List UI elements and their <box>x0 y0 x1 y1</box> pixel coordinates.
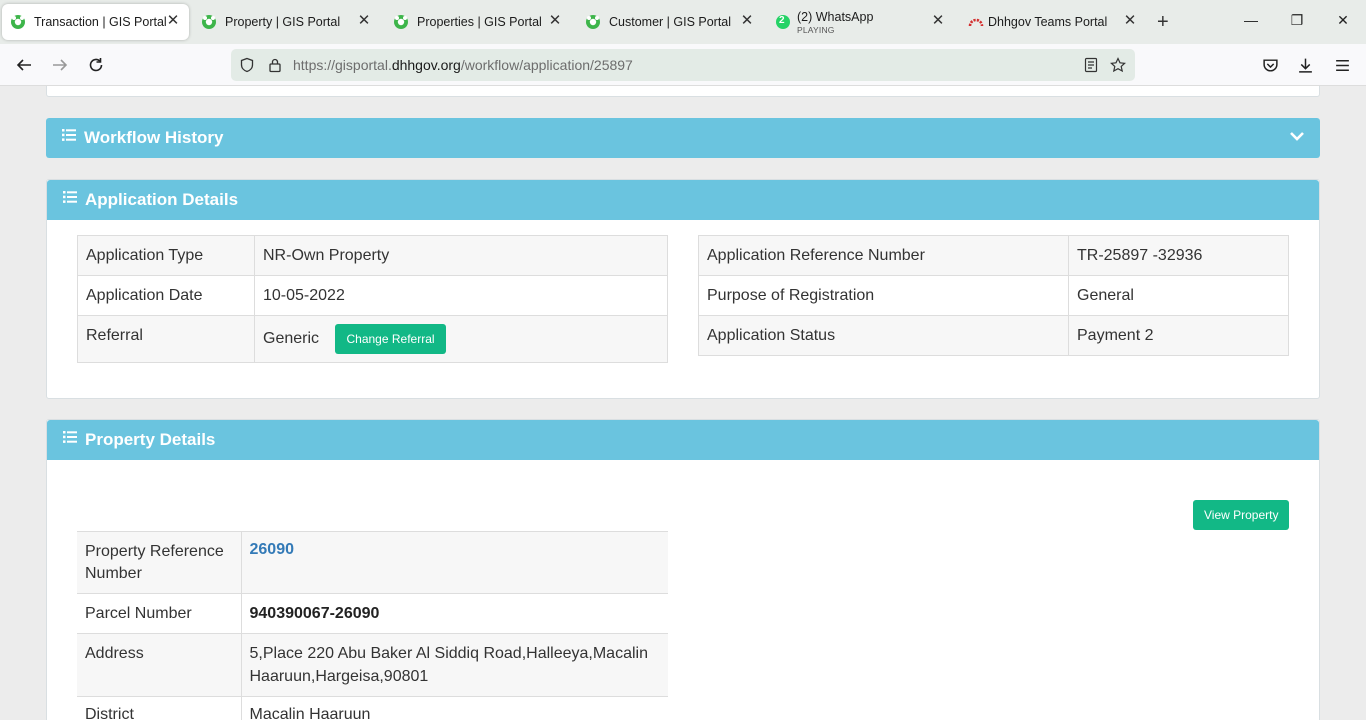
reader-view-icon[interactable] <box>1083 57 1099 73</box>
teams-portal-icon <box>968 18 984 27</box>
change-referral-button[interactable]: Change Referral <box>335 324 446 354</box>
table-row: Application Reference Number TR-25897 -3… <box>698 235 1289 276</box>
new-tab-icon[interactable]: + <box>1157 12 1169 32</box>
list-icon <box>62 129 76 141</box>
view-property-button[interactable]: View Property <box>1193 500 1290 530</box>
district-value: Macalin Haaruun <box>240 696 668 720</box>
close-icon[interactable]: ✕ <box>356 13 372 29</box>
table-row: Address 5,Place 220 Abu Baker Al Siddiq … <box>77 633 668 697</box>
property-details-table: Property Reference Number 26090 Parcel N… <box>77 531 668 720</box>
download-icon[interactable] <box>1294 54 1316 76</box>
shield-icon[interactable] <box>239 57 255 73</box>
workflow-history-panel[interactable]: Workflow History <box>46 118 1320 158</box>
restore-icon[interactable]: ❐ <box>1287 12 1307 29</box>
gis-portal-icon <box>394 15 408 29</box>
gis-portal-icon <box>11 15 25 29</box>
address-bar[interactable]: https://gisportal.dhhgov.org/workflow/ap… <box>231 49 1135 81</box>
forward-icon[interactable] <box>49 54 71 76</box>
previous-panel-bottom <box>46 86 1320 97</box>
tab-label: Properties | GIS Portal <box>417 15 542 29</box>
parcel-number-value: 940390067-26090 <box>240 593 668 634</box>
tab-properties[interactable]: Properties | GIS Portal ✕ <box>385 4 571 40</box>
application-date-value: 10-05-2022 <box>254 275 668 316</box>
table-row: Application Status Payment 2 <box>698 315 1289 356</box>
purpose-value: General <box>1068 275 1289 316</box>
menu-icon[interactable] <box>1331 54 1353 76</box>
field-label: Property Reference Number <box>77 531 242 594</box>
close-icon[interactable]: ✕ <box>930 13 946 29</box>
browser-tab-bar: Transaction | GIS Portal ✕ Property | GI… <box>0 0 1366 44</box>
url-domain: dhhgov.org <box>391 57 461 73</box>
property-reference-cell: 26090 <box>240 531 668 594</box>
table-row: Application Date 10-05-2022 <box>77 275 668 316</box>
workflow-history-header[interactable]: Workflow History <box>46 118 1320 158</box>
gis-portal-icon <box>202 15 216 29</box>
tab-label: Property | GIS Portal <box>225 15 341 29</box>
close-icon[interactable]: ✕ <box>1122 13 1138 29</box>
application-details-left-table: Application Type NR-Own Property Applica… <box>77 235 668 363</box>
tab-label: Transaction | GIS Portal <box>34 15 167 29</box>
table-row: Application Type NR-Own Property <box>77 235 668 276</box>
field-label: Purpose of Registration <box>698 275 1069 316</box>
close-icon[interactable]: ✕ <box>165 13 181 29</box>
list-icon <box>63 431 77 443</box>
back-icon[interactable] <box>13 54 35 76</box>
panel-title: Application Details <box>85 190 239 209</box>
minimize-icon[interactable]: — <box>1241 12 1261 28</box>
address-value: 5,Place 220 Abu Baker Al Siddiq Road,Hal… <box>240 633 668 697</box>
table-row: Parcel Number 940390067-26090 <box>77 593 668 634</box>
reload-icon[interactable] <box>85 54 107 76</box>
table-row: Property Reference Number 26090 <box>77 531 668 594</box>
tab-teams-portal[interactable]: Dhhgov Teams Portal ✕ <box>960 4 1146 40</box>
field-label: Application Date <box>77 275 255 316</box>
panel-title: Workflow History <box>84 128 224 147</box>
field-label: Referral <box>77 315 255 363</box>
notification-badge: 2 <box>779 15 785 26</box>
property-details-header: Property Details <box>47 420 1319 460</box>
referral-value: Generic <box>263 330 320 348</box>
property-reference-link[interactable]: 26090 <box>250 541 295 558</box>
browser-toolbar: https://gisportal.dhhgov.org/workflow/ap… <box>0 44 1366 86</box>
url-prefix: https://gisportal. <box>293 57 392 73</box>
tab-transaction[interactable]: Transaction | GIS Portal ✕ <box>2 4 189 40</box>
tab-label: (2) WhatsApp <box>797 10 874 24</box>
scrollbar[interactable] <box>1356 86 1366 720</box>
tab-customer[interactable]: Customer | GIS Portal ✕ <box>577 4 763 40</box>
field-label: District <box>77 696 242 720</box>
close-icon[interactable]: ✕ <box>739 13 755 29</box>
property-details-panel: Property Details View Property Property … <box>46 419 1320 720</box>
application-details-panel: Application Details Application Type NR-… <box>46 179 1320 399</box>
application-type-value: NR-Own Property <box>254 235 668 276</box>
tab-label: Customer | GIS Portal <box>609 15 732 29</box>
bookmark-star-icon[interactable] <box>1110 57 1126 73</box>
chevron-down-icon[interactable] <box>1289 128 1305 144</box>
gis-portal-icon <box>586 15 600 29</box>
page-content: Workflow History Application Details App… <box>0 86 1366 720</box>
close-icon[interactable]: ✕ <box>547 13 563 29</box>
list-icon <box>63 191 77 203</box>
lock-icon[interactable] <box>267 57 283 73</box>
tab-sublabel: PLAYING <box>797 25 835 35</box>
tab-whatsapp[interactable]: 2 (2) WhatsApp PLAYING ✕ <box>768 4 954 40</box>
field-label: Address <box>77 633 242 697</box>
panel-title: Property Details <box>85 430 216 449</box>
url-text[interactable]: https://gisportal.dhhgov.org/workflow/ap… <box>293 57 633 73</box>
table-row: Purpose of Registration General <box>698 275 1289 316</box>
tab-property[interactable]: Property | GIS Portal ✕ <box>193 4 379 40</box>
referral-cell: Generic Change Referral <box>254 315 668 363</box>
field-label: Application Type <box>77 235 255 276</box>
field-label: Parcel Number <box>77 593 242 634</box>
field-label: Application Status <box>698 315 1069 356</box>
table-row: Referral Generic Change Referral <box>77 315 668 363</box>
application-reference-value: TR-25897 -32936 <box>1068 235 1289 276</box>
tab-label: Dhhgov Teams Portal <box>988 15 1108 29</box>
status-value: Payment 2 <box>1068 315 1289 356</box>
table-row: District Macalin Haaruun <box>77 696 668 720</box>
window-close-icon[interactable]: ✕ <box>1333 12 1353 29</box>
pocket-icon[interactable] <box>1259 54 1281 76</box>
application-details-header: Application Details <box>47 180 1319 220</box>
field-label: Application Reference Number <box>698 235 1069 276</box>
url-path: /workflow/application/25897 <box>460 57 633 73</box>
application-details-right-table: Application Reference Number TR-25897 -3… <box>698 235 1289 356</box>
